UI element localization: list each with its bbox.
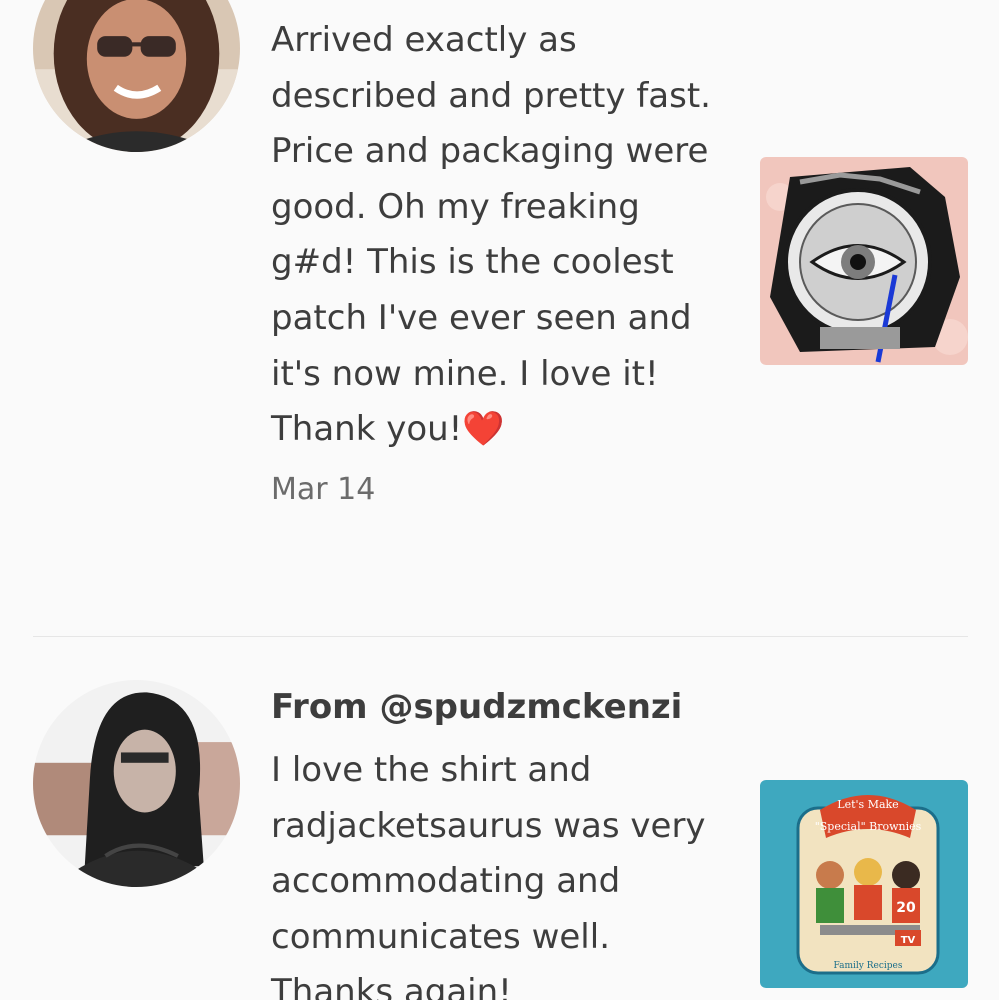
review-content: From @spudzmckenzi I love the shirt and … [271,687,721,1000]
avatar-photo-icon [33,0,240,152]
review-content: Arrived exactly as described and pretty … [271,13,721,508]
review-text: Arrived exactly as described and pretty … [271,20,711,450]
review-card: Arrived exactly as described and pretty … [0,0,999,636]
eye-patch-icon [760,157,968,365]
review-date: Mar 14 [271,471,376,507]
reviews-feed: Arrived exactly as described and pretty … [0,0,999,1000]
tv-badge: TV [901,935,916,946]
reviewer-avatar[interactable] [33,680,240,887]
review-author: From @spudzmckenzi [271,687,683,727]
avatar-photo-icon [33,680,240,887]
thumb-heading: Let's Make [837,798,898,811]
heart-icon: ❤️ [462,409,505,450]
review-card: From @spudzmckenzi I love the shirt and … [0,637,999,1000]
shirt-number: 20 [896,900,916,916]
review-photo[interactable]: Let's Make "Special" Brownies 20 TV Fami… [760,780,968,988]
review-text: I love the shirt and radjacketsaurus was… [271,750,706,1000]
reviewer-avatar[interactable] [33,0,240,152]
review-photo[interactable] [760,157,968,365]
thumb-subheading: "Special" Brownies [815,820,922,833]
brownies-shirt-icon: Let's Make "Special" Brownies 20 TV Fami… [760,780,968,988]
thumb-footer: Family Recipes [834,961,903,971]
